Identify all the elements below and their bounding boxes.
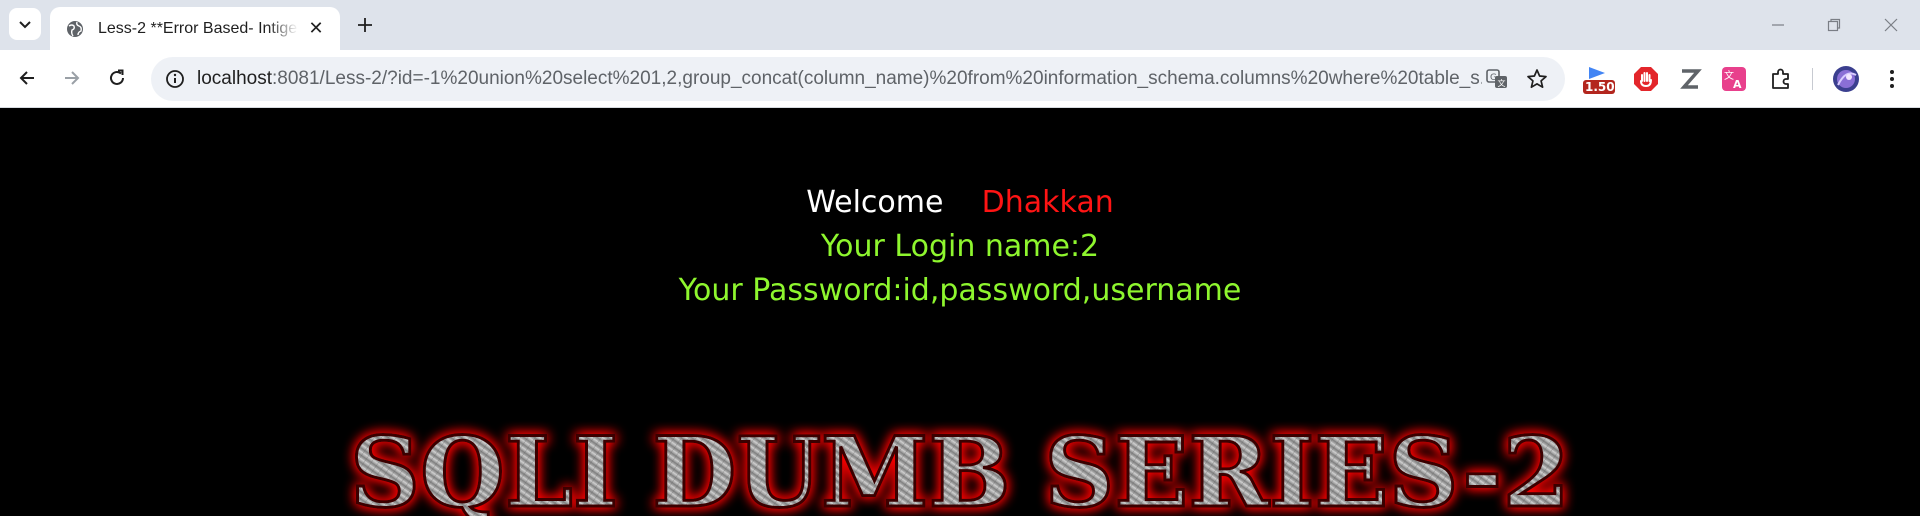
speed-extension-icon[interactable]: 1.50 xyxy=(1583,63,1615,95)
password-result: Your Password:id,password,username xyxy=(678,273,1242,308)
translate-icon[interactable]: G文 xyxy=(1481,63,1513,95)
plus-icon xyxy=(358,18,372,32)
speed-badge: 1.50 xyxy=(1585,80,1615,94)
minimize-icon xyxy=(1772,24,1784,26)
minimize-button[interactable] xyxy=(1749,0,1807,50)
chevron-down-icon xyxy=(19,21,31,29)
z-extension-icon[interactable] xyxy=(1674,63,1706,95)
tab-title: Less-2 **Error Based- Intiger** xyxy=(98,19,298,37)
welcome-message: Welcome Dhakkan xyxy=(0,185,1920,220)
page-content: Welcome Dhakkan Your Login name:2 Your P… xyxy=(0,109,1920,516)
arrow-left-icon xyxy=(19,71,34,85)
adblock-extension-icon[interactable] xyxy=(1630,63,1662,95)
reload-icon xyxy=(110,69,124,85)
close-tab-icon[interactable]: ✕ xyxy=(304,17,328,41)
restore-button[interactable] xyxy=(1805,0,1863,50)
globe-icon xyxy=(64,18,86,40)
toolbar-divider xyxy=(1812,68,1813,90)
url-text[interactable]: localhost:8081/Less-2/?id=-1%20union%20s… xyxy=(197,68,1482,90)
site-info-icon[interactable] xyxy=(155,59,195,99)
active-tab[interactable]: Less-2 **Error Based- Intiger** ✕ xyxy=(50,7,340,50)
profile-avatar[interactable] xyxy=(1830,63,1862,95)
svg-text:A: A xyxy=(1733,78,1742,91)
reload-button[interactable] xyxy=(100,61,134,95)
close-window-button[interactable] xyxy=(1862,0,1920,50)
back-button[interactable] xyxy=(10,61,44,95)
restore-icon xyxy=(1827,18,1841,32)
svg-text:文: 文 xyxy=(1498,78,1506,88)
browser-toolbar: localhost:8081/Less-2/?id=-1%20union%20s… xyxy=(0,50,1920,108)
translator-extension-icon[interactable]: 文A xyxy=(1718,63,1750,95)
url-host: localhost xyxy=(197,68,272,89)
login-name-result: Your Login name:2 xyxy=(820,229,1100,264)
sqli-banner-image: SQLI DUMB SERIES-2 xyxy=(0,396,1920,516)
bookmark-star-icon[interactable] xyxy=(1521,63,1553,95)
welcome-label: Welcome xyxy=(806,185,944,220)
forward-button[interactable] xyxy=(55,61,89,95)
url-path: :8081/Less-2/?id=-1%20union%20select%201… xyxy=(272,68,1482,89)
arrow-right-icon xyxy=(65,71,80,85)
tab-search-button[interactable] xyxy=(9,8,41,40)
banner-text: SQLI DUMB SERIES-2 xyxy=(350,416,1570,516)
tab-strip: Less-2 **Error Based- Intiger** ✕ xyxy=(0,0,1920,50)
extensions-puzzle-icon[interactable] xyxy=(1765,63,1797,95)
welcome-name: Dhakkan xyxy=(981,185,1114,220)
new-tab-button[interactable] xyxy=(350,10,380,40)
menu-kebab-icon[interactable] xyxy=(1876,63,1908,95)
close-icon xyxy=(1884,18,1898,32)
address-bar[interactable]: localhost:8081/Less-2/?id=-1%20union%20s… xyxy=(151,57,1565,101)
